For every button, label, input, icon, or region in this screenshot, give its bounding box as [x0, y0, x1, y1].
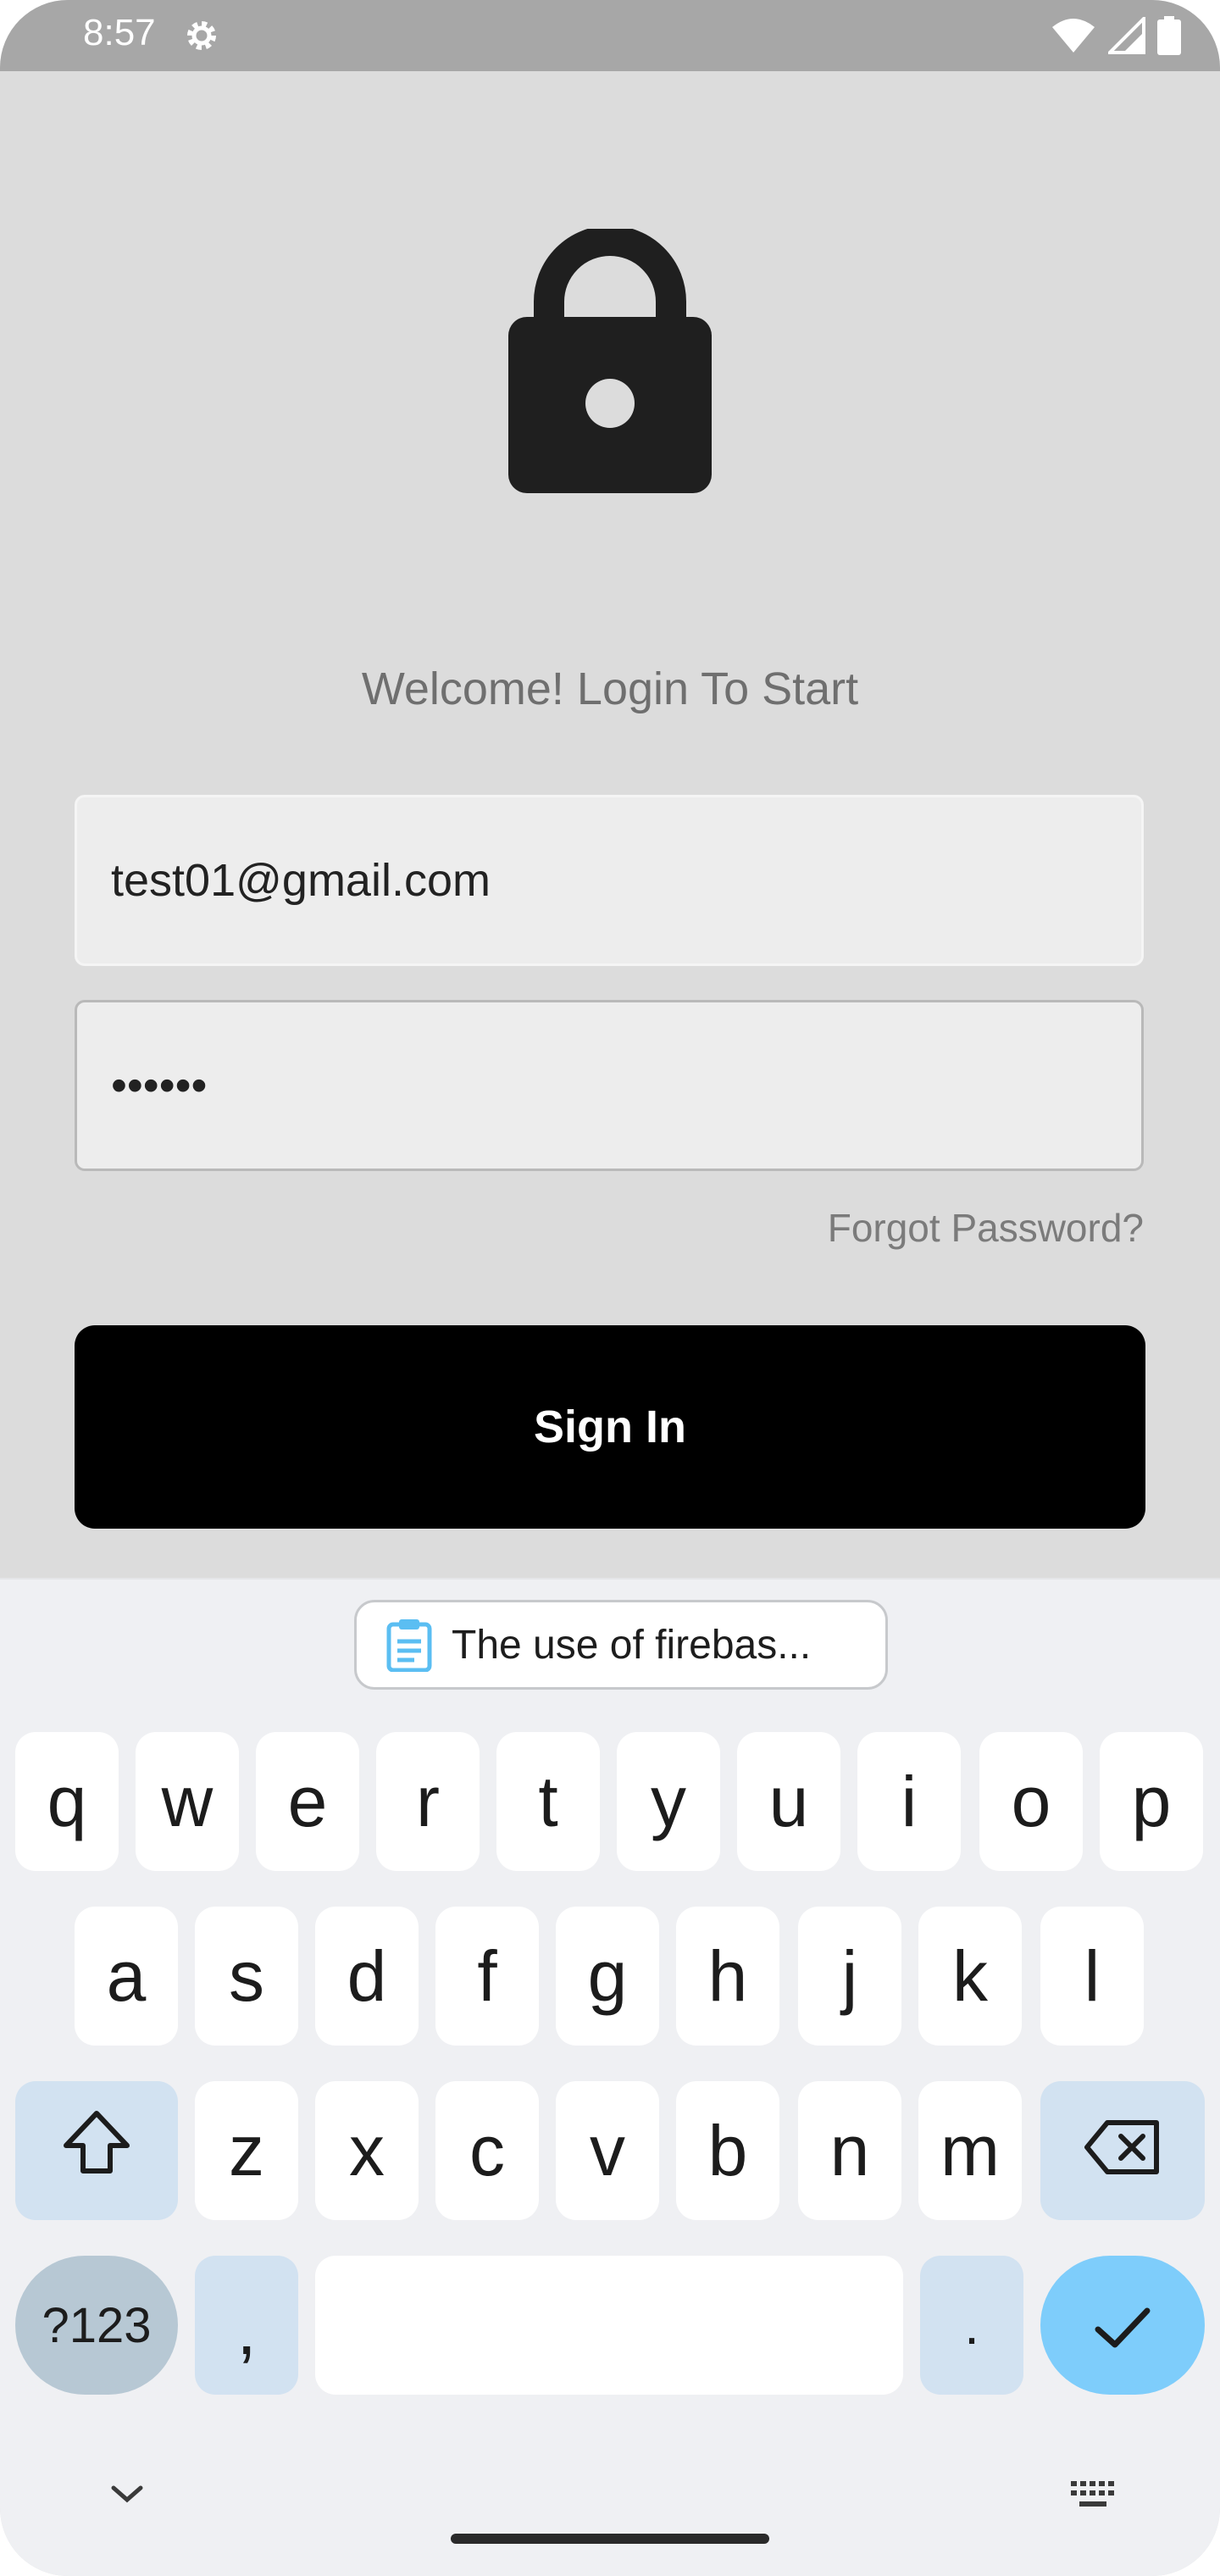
clipboard-suggestion[interactable]: The use of firebas...	[354, 1600, 888, 1690]
key-s[interactable]: s	[195, 1907, 298, 2046]
chevron-down-icon[interactable]	[105, 2481, 149, 2507]
password-field[interactable]	[111, 1002, 1094, 1169]
gear-icon	[181, 15, 222, 56]
key-y[interactable]: y	[617, 1732, 720, 1871]
battery-icon	[1157, 16, 1181, 55]
key-r[interactable]: r	[376, 1732, 480, 1871]
phone-screen: 8:57 Welcome! Login To Start test01@gmai…	[0, 0, 1220, 2576]
key-t[interactable]: t	[496, 1732, 600, 1871]
sign-in-button[interactable]: Sign In	[75, 1325, 1145, 1529]
keyboard-icon[interactable]	[1069, 2479, 1117, 2510]
key-j[interactable]: j	[798, 1907, 901, 2046]
key-k[interactable]: k	[918, 1907, 1022, 2046]
status-time: 8:57	[83, 12, 156, 53]
password-field-container	[75, 1000, 1144, 1171]
key-i[interactable]: i	[857, 1732, 961, 1871]
navigation-handle[interactable]	[451, 2534, 769, 2544]
keyboard: The use of firebas...	[0, 1578, 1220, 2576]
key-o[interactable]: o	[979, 1732, 1083, 1871]
key-z[interactable]: z	[195, 2081, 298, 2220]
comma-key[interactable]: ,	[195, 2256, 298, 2395]
shift-key[interactable]	[15, 2081, 178, 2220]
key-b[interactable]: b	[676, 2081, 779, 2220]
key-p[interactable]: p	[1100, 1732, 1203, 1871]
signal-icon	[1108, 17, 1145, 54]
shift-icon	[61, 2108, 132, 2193]
key-q[interactable]: q	[15, 1732, 119, 1871]
email-field-container	[75, 795, 1144, 966]
key-e[interactable]: e	[256, 1732, 359, 1871]
backspace-icon	[1084, 2110, 1162, 2192]
welcome-text: Welcome! Login To Start	[361, 663, 859, 714]
key-x[interactable]: x	[315, 2081, 419, 2220]
space-key[interactable]	[315, 2256, 903, 2395]
forgot-password-link[interactable]: Forgot Password?	[828, 1205, 1144, 1251]
symbols-key[interactable]: ?123	[15, 2256, 178, 2395]
key-a[interactable]: a	[75, 1907, 178, 2046]
wifi-icon	[1051, 17, 1096, 54]
key-v[interactable]: v	[556, 2081, 659, 2220]
enter-key[interactable]	[1040, 2256, 1205, 2395]
status-icons	[1051, 15, 1181, 56]
key-c[interactable]: c	[435, 2081, 539, 2220]
key-u[interactable]: u	[737, 1732, 840, 1871]
period-key[interactable]: .	[920, 2256, 1023, 2395]
backspace-key[interactable]	[1040, 2081, 1205, 2220]
key-f[interactable]: f	[435, 1907, 539, 2046]
clipboard-text: The use of firebas...	[452, 1622, 812, 1668]
key-m[interactable]: m	[918, 2081, 1022, 2220]
status-bar: 8:57	[0, 0, 1220, 71]
key-h[interactable]: h	[676, 1907, 779, 2046]
clipboard-icon	[385, 1618, 433, 1673]
sign-in-label: Sign In	[534, 1402, 686, 1452]
lock-icon	[508, 225, 712, 493]
key-n[interactable]: n	[798, 2081, 901, 2220]
checkmark-icon	[1093, 2285, 1152, 2367]
key-w[interactable]: w	[136, 1732, 239, 1871]
email-field[interactable]	[111, 797, 1094, 963]
key-g[interactable]: g	[556, 1907, 659, 2046]
key-d[interactable]: d	[315, 1907, 419, 2046]
key-l[interactable]: l	[1040, 1907, 1144, 2046]
